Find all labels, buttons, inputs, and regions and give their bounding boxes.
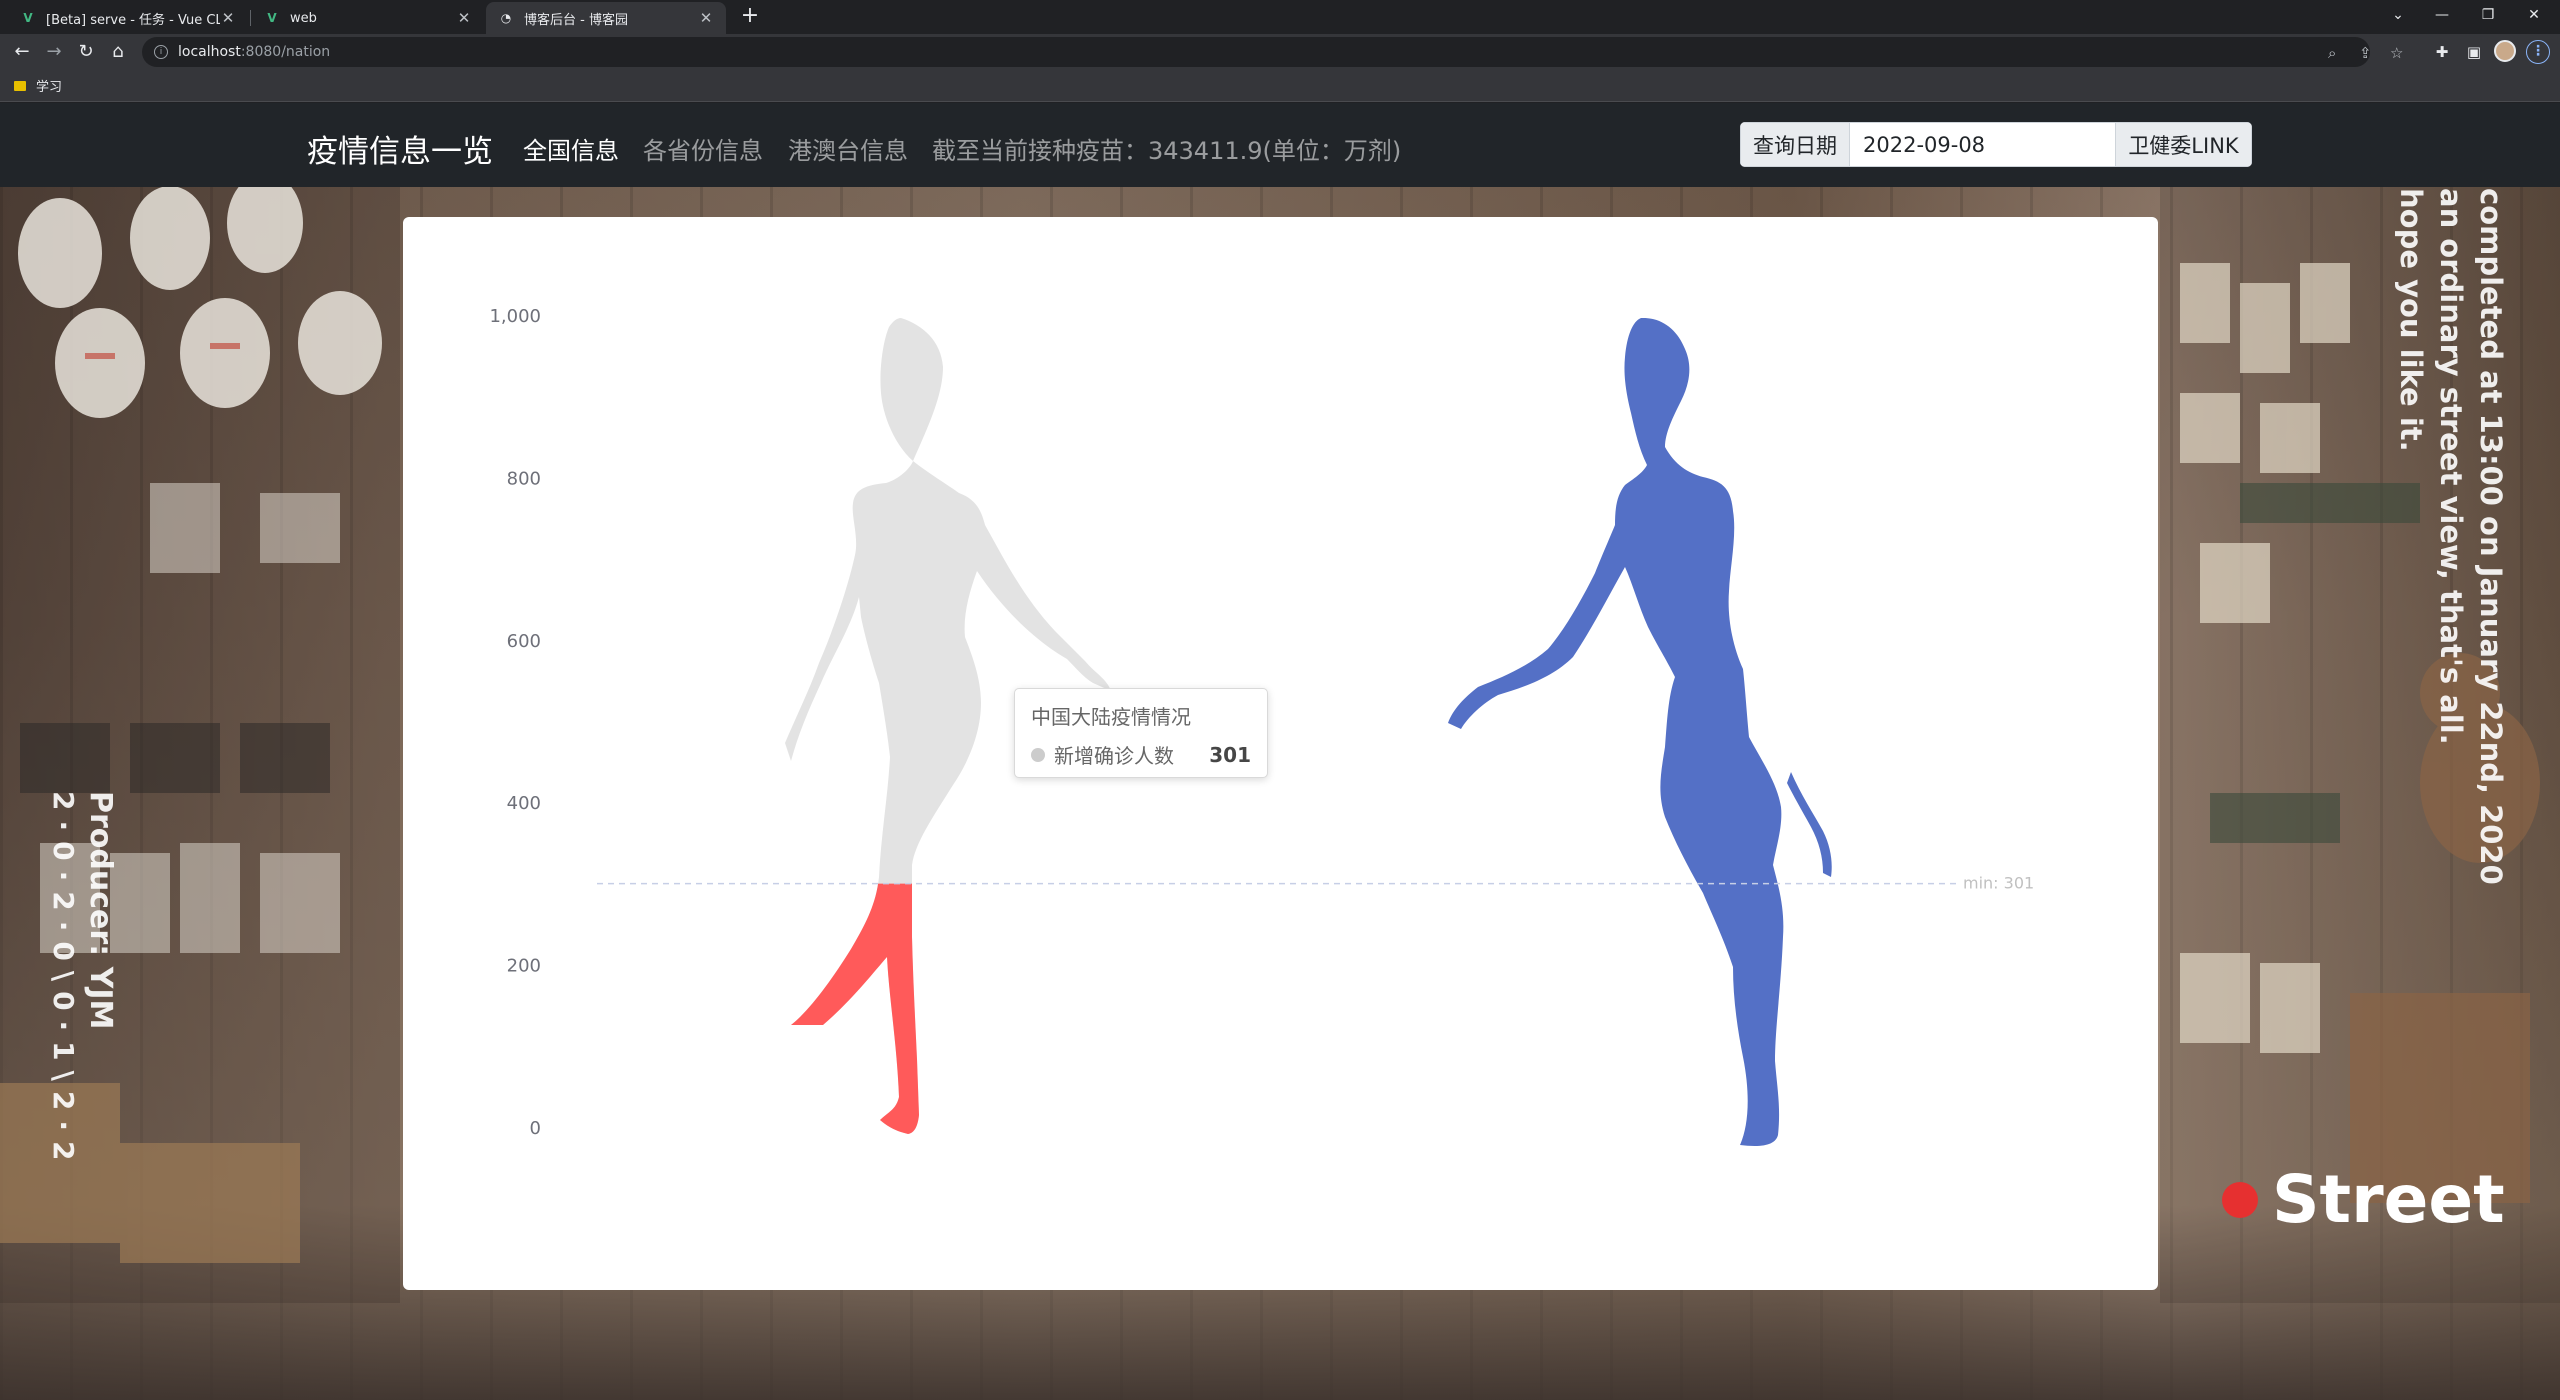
browser-tab[interactable]: V web ✕	[252, 2, 484, 34]
close-icon[interactable]: ✕	[220, 9, 236, 27]
y-axis-tick-label: 400	[507, 793, 541, 814]
tab-title: web	[290, 10, 317, 26]
producer-text: Producer: YJM	[83, 791, 118, 1030]
tab-search-icon[interactable]: ⌄	[2376, 0, 2420, 32]
bookmark-folder-label: 学习	[36, 80, 63, 95]
caption-line-3: hope you like it.	[2394, 188, 2428, 452]
tab-title: [Beta] serve - 任务 - Vue CLI	[46, 12, 220, 28]
tooltip-title: 中国大陆疫情情况	[1031, 705, 1191, 729]
date-query-group: 查询日期 卫健委LINK	[1740, 122, 2252, 167]
tooltip-value: 301	[1209, 742, 1251, 767]
brand-title[interactable]: 疫情信息一览	[307, 126, 493, 171]
tooltip-marker-icon	[1031, 747, 1045, 762]
nhc-link-button[interactable]: 卫健委LINK	[2115, 122, 2252, 167]
bookmark-folder[interactable]: 学习	[14, 76, 62, 95]
y-axis-tick-label: 1,000	[489, 306, 541, 327]
bookmark-star-icon[interactable]: ☆	[2390, 44, 2403, 62]
tab-separator	[250, 10, 251, 26]
tooltip-series-name: 新增确诊人数	[1054, 744, 1174, 768]
chart-tooltip: 中国大陆疫情情况 新增确诊人数 301	[1014, 688, 1268, 778]
street-logo: Street	[2222, 1161, 2505, 1238]
top-navbar: 疫情信息一览 全国信息 各省份信息 港澳台信息 截至当前接种疫苗：343411.…	[0, 103, 2560, 187]
vue-icon: V	[267, 11, 277, 25]
menu-icon[interactable]: ⋮	[2526, 40, 2550, 64]
extensions-icon[interactable]: ✚	[2430, 40, 2454, 64]
address-bar[interactable]: i localhost:8080/nation ⌕ ⇪ ☆	[142, 37, 2403, 67]
close-icon[interactable]: ✕	[456, 9, 472, 27]
y-axis-tick-label: 200	[507, 956, 541, 977]
chart-bar-full[interactable]	[1448, 317, 1832, 1146]
back-button[interactable]: ←	[8, 38, 36, 66]
close-window-button[interactable]: ✕	[2512, 0, 2556, 32]
pictorial-chart[interactable]: 0 200 400 600 800 1,000 min: 301	[403, 217, 2158, 1290]
y-axis: 0 200 400 600 800 1,000	[489, 306, 541, 1139]
y-axis-tick-label: 600	[507, 631, 541, 652]
browser-tabstrip: V [Beta] serve - 任务 - Vue CLI ✕ V web ✕ …	[0, 0, 2560, 34]
nav-link-national[interactable]: 全国信息	[523, 131, 619, 166]
y-axis-tick-label: 800	[507, 468, 541, 489]
reload-button[interactable]: ↻	[72, 38, 100, 66]
site-info-icon[interactable]: i	[154, 45, 168, 59]
record-dot-icon	[2222, 1181, 2258, 1218]
side-panel-icon[interactable]: ▣	[2462, 40, 2486, 64]
blog-icon: ◔	[500, 11, 512, 25]
restore-button[interactable]: ❐	[2466, 0, 2510, 32]
browser-tab-active[interactable]: ◔ 博客后台 - 博客园 ✕	[486, 2, 726, 34]
bookmarks-bar: 学习	[0, 70, 2560, 102]
new-tab-button[interactable]: +	[737, 2, 763, 30]
browser-tab[interactable]: V [Beta] serve - 任务 - Vue CLI ✕	[8, 2, 248, 34]
producer-date-text: 2·0·2·0\0·1\2·2	[47, 791, 80, 1171]
close-icon[interactable]: ✕	[698, 9, 714, 27]
url-path: :8080/nation	[240, 44, 331, 60]
url-host: localhost	[178, 44, 241, 60]
zoom-icon[interactable]: ⌕	[2328, 44, 2336, 62]
min-mark-label: min: 301	[1963, 874, 2034, 893]
nav-link-hk-macau-taiwan[interactable]: 港澳台信息	[788, 131, 908, 166]
browser-toolbar: ← → ↻ ⌂ i localhost:8080/nation ⌕ ⇪ ☆ ✚ …	[0, 34, 2560, 70]
page-viewport: Producer: YJM 2·0·2·0\0·1\2·2 completed …	[0, 103, 2560, 1400]
y-axis-tick-label: 0	[530, 1118, 541, 1139]
date-query-input[interactable]	[1850, 122, 2115, 167]
profile-avatar[interactable]	[2494, 40, 2516, 62]
vue-icon: V	[23, 11, 33, 25]
share-icon[interactable]: ⇪	[2359, 44, 2372, 62]
caption-line-1: completed at 13:00 on January 22nd, 2020	[2474, 188, 2508, 885]
forward-button[interactable]: →	[40, 38, 68, 66]
street-text: Street	[2272, 1161, 2505, 1238]
caption-line-2: an ordinary street view, that's all.	[2434, 188, 2468, 745]
folder-icon	[14, 80, 26, 91]
date-query-label: 查询日期	[1740, 122, 1850, 167]
minimize-button[interactable]: —	[2420, 0, 2464, 32]
nav-link-provinces[interactable]: 各省份信息	[643, 131, 763, 166]
home-button[interactable]: ⌂	[104, 38, 132, 66]
vaccine-total-text: 截至当前接种疫苗：343411.9(单位：万剂)	[932, 137, 1402, 165]
tab-title: 博客后台 - 博客园	[524, 12, 628, 28]
chart-card: 0 200 400 600 800 1,000 min: 301 中国大陆疫情情况 新增确…	[403, 217, 2158, 1290]
